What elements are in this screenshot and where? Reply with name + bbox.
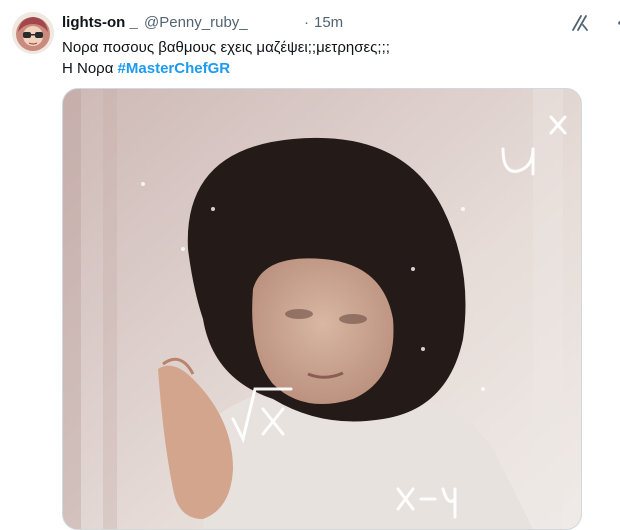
tweet-text-prefix: Η Νορα bbox=[62, 60, 118, 77]
author-name[interactable]: lights-on _ bbox=[62, 14, 138, 31]
hashtag-link[interactable]: #MasterChefGR bbox=[118, 60, 231, 77]
avatar-image bbox=[12, 12, 54, 54]
tweet-media[interactable] bbox=[62, 88, 582, 530]
tweet-text-line1: Νορα ποσους βαθμους εχεις μαζέψει;;μετρη… bbox=[62, 39, 390, 56]
author-handle[interactable]: @Penny_ruby_ bbox=[144, 14, 248, 31]
grok-icon[interactable] bbox=[569, 12, 591, 34]
timestamp[interactable]: 15m bbox=[314, 14, 343, 31]
separator-dot: · bbox=[304, 14, 309, 31]
avatar[interactable] bbox=[12, 12, 54, 54]
more-options-icon[interactable] bbox=[615, 12, 620, 34]
tweet-header: lights-on _ @Penny_ruby_ · 15m bbox=[62, 12, 620, 34]
tweet: lights-on _ @Penny_ruby_ · 15m Νορα ποσο… bbox=[0, 0, 620, 530]
gif-image bbox=[63, 89, 581, 529]
tweet-text-line2: Η Νορα #MasterChefGR bbox=[62, 59, 230, 79]
